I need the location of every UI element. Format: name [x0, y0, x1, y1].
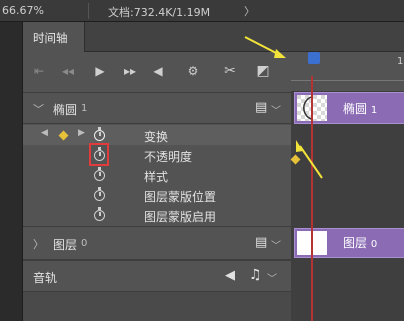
music-note-icon[interactable]: ♫	[249, 267, 262, 283]
collapse-chevron-icon[interactable]: ﹀	[33, 101, 44, 117]
playhead-handle[interactable]	[308, 52, 320, 64]
audio-track-label: 音轨	[33, 271, 58, 285]
property-row-style[interactable]: 样式	[23, 165, 291, 185]
timeline-panel: 时间轴 ⇤ ◂◂ ▶ ▸▸ ◀ ⚙ ✂ ◩ ﹀ 椭圆 1 ▤ ﹀ ◀ ▶ 变换 …	[22, 22, 404, 321]
ruler-label: 10	[397, 56, 404, 67]
layers-list: ﹀ 椭圆 1 ▤ ﹀ ◀ ▶ 变换 不透明度 样式 图层蒙版位置 图层蒙版启用	[23, 92, 291, 321]
layer-index: 0	[81, 238, 88, 249]
highlight-box	[89, 143, 109, 166]
chevron-down-icon[interactable]: ﹀	[267, 270, 277, 285]
property-label: 变换	[144, 130, 169, 144]
previous-frame-button[interactable]: ◂◂	[59, 64, 77, 78]
canvas-background	[0, 22, 22, 321]
stopwatch-icon[interactable]	[94, 167, 105, 181]
status-bar: 66.67% 文档:732.4K/1.19M 〉	[0, 0, 404, 22]
keyframe-diamond-icon[interactable]	[58, 130, 69, 141]
speaker-icon[interactable]: ◀	[225, 268, 235, 283]
split-scissors-icon[interactable]: ✂	[221, 64, 239, 78]
audio-button[interactable]: ◀	[151, 64, 165, 78]
settings-gear-icon[interactable]: ⚙	[185, 64, 201, 78]
layer-name: 图层	[53, 238, 78, 252]
clip-label: 椭圆 1	[343, 102, 378, 116]
layer-row-layer0[interactable]: 〉 图层 0 ▤ ﹀	[23, 226, 291, 260]
film-icon[interactable]: ▤	[255, 100, 267, 115]
property-label: 图层蒙版启用	[144, 210, 217, 224]
property-label: 图层蒙版位置	[144, 190, 217, 204]
chevron-down-icon[interactable]: ﹀	[271, 102, 281, 117]
property-track-area	[291, 124, 404, 225]
stopwatch-icon[interactable]	[94, 187, 105, 201]
film-icon[interactable]: ▤	[255, 235, 267, 250]
zoom-level[interactable]: 66.67%	[2, 4, 44, 17]
tab-timeline[interactable]: 时间轴	[23, 22, 85, 52]
layer-name: 椭圆	[53, 103, 78, 117]
layer-row-ellipse[interactable]: ﹀ 椭圆 1 ▤ ﹀	[23, 92, 291, 124]
status-more-arrow[interactable]: 〉	[244, 3, 255, 19]
ruler-ticks	[291, 80, 404, 86]
previous-keyframe-icon[interactable]: ◀	[41, 128, 48, 138]
play-button[interactable]: ▶	[93, 64, 107, 78]
property-label: 不透明度	[144, 150, 193, 164]
first-frame-button[interactable]: ⇤	[31, 64, 47, 78]
next-frame-button[interactable]: ▸▸	[121, 64, 139, 78]
property-row-transform[interactable]: ◀ ▶ 变换	[23, 125, 291, 145]
document-size: 文档:732.4K/1.19M	[108, 6, 211, 19]
status-divider	[88, 3, 89, 19]
playhead-line	[311, 76, 313, 321]
property-row-opacity[interactable]: 不透明度	[23, 145, 291, 165]
property-row-mask-position[interactable]: 图层蒙版位置	[23, 185, 291, 205]
stopwatch-icon[interactable]	[94, 207, 105, 221]
property-row-mask-enable[interactable]: 图层蒙版启用	[23, 205, 291, 225]
timeline-track-area: 10 椭圆 1 图层 0	[290, 52, 404, 321]
next-keyframe-icon[interactable]: ▶	[78, 128, 85, 138]
chevron-down-icon[interactable]: ﹀	[271, 237, 281, 252]
transition-icon[interactable]: ◩	[255, 64, 271, 78]
audio-track-row[interactable]: 音轨 ◀ ♫ ﹀	[23, 260, 291, 292]
clip-label: 图层 0	[343, 236, 378, 250]
layer-index: 1	[81, 103, 88, 114]
panel-tab-strip: 时间轴	[23, 22, 404, 52]
stopwatch-icon[interactable]	[94, 127, 105, 141]
expand-chevron-icon[interactable]: 〉	[33, 236, 44, 252]
empty-track-area	[23, 292, 291, 321]
property-label: 样式	[144, 170, 169, 184]
tab-timeline-label: 时间轴	[33, 31, 68, 45]
